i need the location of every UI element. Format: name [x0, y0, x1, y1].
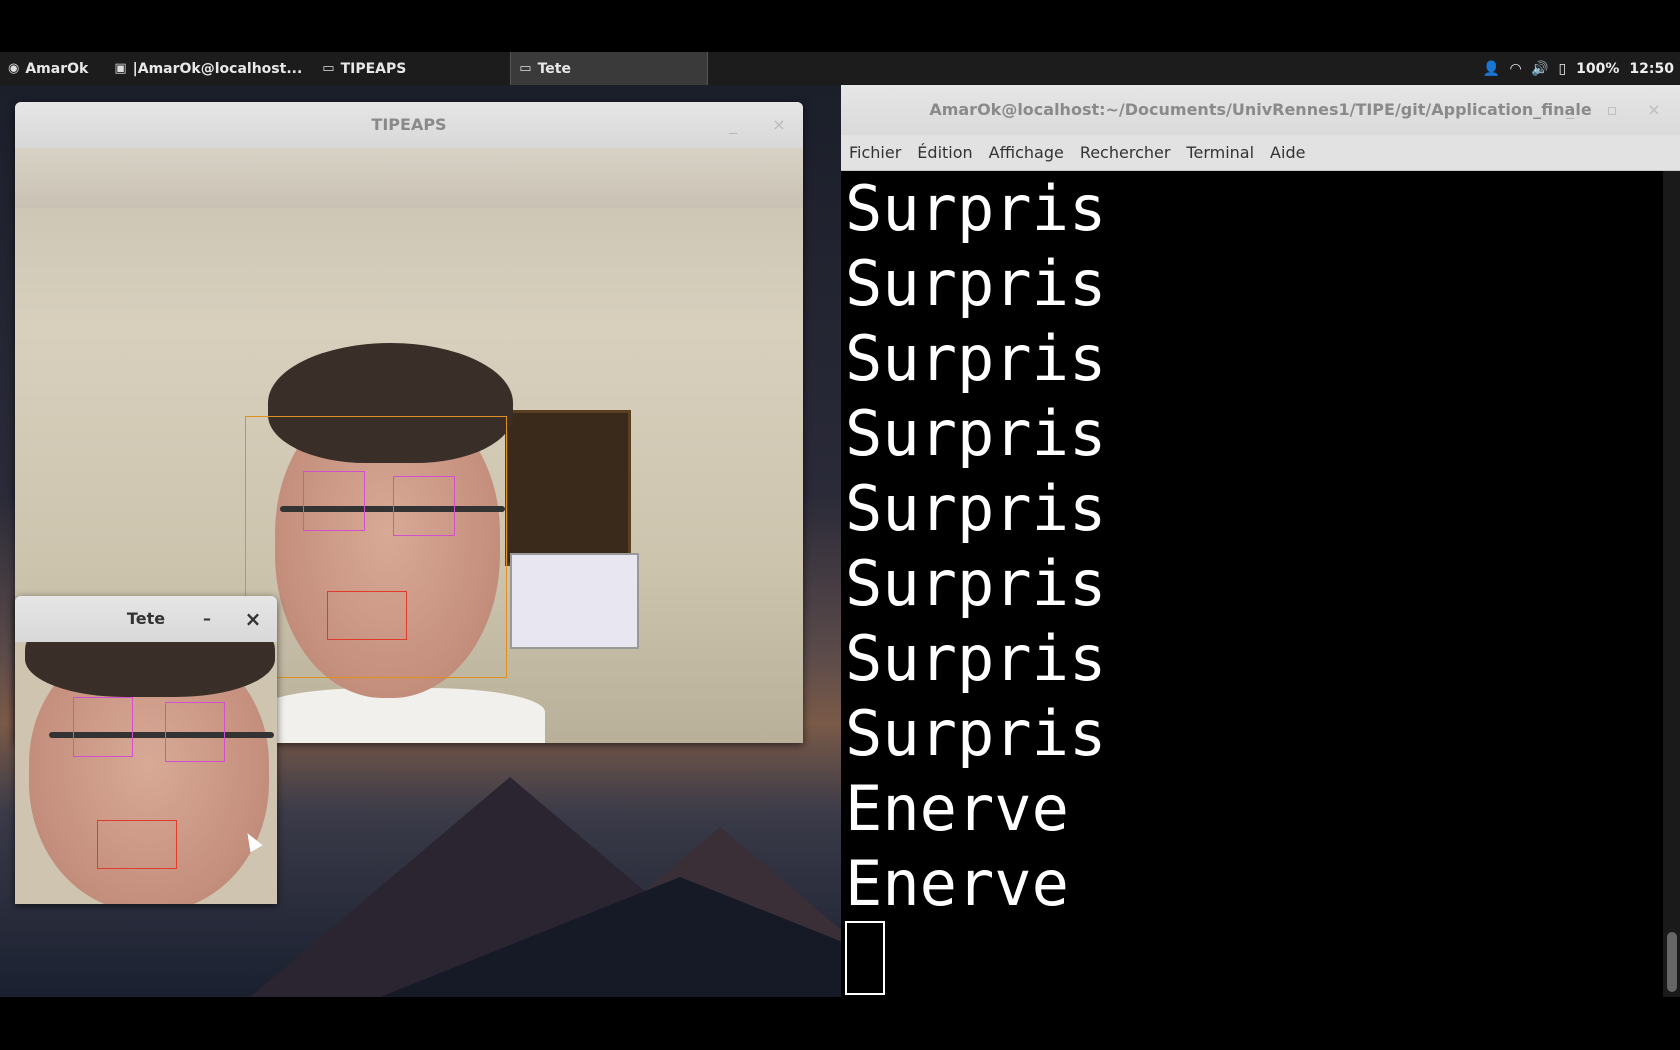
app-menu-button[interactable]: ◉ AmarOk	[0, 52, 96, 85]
task-tipeaps[interactable]: ▭ TIPEAPS	[314, 52, 510, 85]
terminal-window: AmarOk@localhost:~/Documents/UnivRennes1…	[841, 85, 1680, 997]
tete-titlebar[interactable]: Tete – ×	[15, 596, 277, 642]
eye-detection-box	[73, 697, 133, 757]
output-line: Surpris	[845, 697, 1107, 770]
battery-percentage: 100%	[1576, 60, 1620, 77]
output-line: Enerve	[845, 772, 1069, 845]
system-tray: 👤 ◠ 🔊 ▯ 100% 12:50	[1483, 61, 1680, 77]
app-menu-label: AmarOk	[25, 60, 89, 77]
window-icon: ▭	[519, 61, 532, 76]
menu-affichage[interactable]: Affichage	[981, 143, 1072, 162]
tipeaps-titlebar[interactable]: TIPEAPS _ ×	[15, 102, 803, 148]
window-title: AmarOk@localhost:~/Documents/UnivRennes1…	[929, 100, 1592, 119]
minimize-icon[interactable]: _	[1560, 85, 1580, 135]
mouth-detection-box	[327, 591, 407, 640]
top-panel: ◉ AmarOk ▣ |AmarOk@localhost... ▭ TIPEAP…	[0, 52, 1680, 85]
poster	[505, 410, 631, 566]
task-label: Tete	[537, 60, 571, 77]
eye-detection-box	[165, 702, 225, 762]
output-line: Surpris	[845, 322, 1107, 395]
user-icon[interactable]: 👤	[1483, 61, 1500, 77]
maximize-icon[interactable]: ▫	[1602, 85, 1622, 135]
task-terminal[interactable]: ▣ |AmarOk@localhost...	[106, 52, 310, 85]
battery-icon[interactable]: ▯	[1558, 61, 1566, 77]
menu-aide[interactable]: Aide	[1262, 143, 1313, 162]
terminal-output[interactable]: Surpris Surpris Surpris Surpris Surpris …	[841, 171, 1667, 997]
menu-rechercher[interactable]: Rechercher	[1072, 143, 1179, 162]
output-line: Surpris	[845, 547, 1107, 620]
task-tete[interactable]: ▭ Tete	[510, 52, 709, 85]
output-line: Surpris	[845, 397, 1107, 470]
mouth-detection-box	[97, 820, 177, 869]
task-label: TIPEAPS	[340, 60, 407, 77]
close-icon[interactable]: ×	[243, 596, 263, 642]
terminal-scrollbar[interactable]	[1663, 171, 1680, 997]
eye-detection-box	[303, 471, 365, 531]
wifi-icon[interactable]: ◠	[1510, 61, 1521, 77]
output-line: Surpris	[845, 247, 1107, 320]
window-icon: ▭	[322, 61, 335, 76]
output-line: Surpris	[845, 172, 1107, 245]
menu-edition[interactable]: Édition	[909, 143, 980, 162]
window-title: Tete	[126, 609, 166, 628]
minimize-icon[interactable]: –	[197, 596, 217, 642]
terminal-cursor	[845, 921, 885, 995]
window-title: TIPEAPS	[371, 115, 447, 134]
clock[interactable]: 12:50	[1629, 61, 1674, 77]
minimize-icon[interactable]: _	[723, 102, 743, 148]
face-crop-feed	[15, 642, 277, 904]
poster	[510, 553, 639, 649]
task-label: |AmarOk@localhost...	[132, 60, 303, 77]
menu-fichier[interactable]: Fichier	[841, 143, 909, 162]
terminal-icon: ▣	[114, 61, 127, 76]
volume-icon[interactable]: 🔊	[1531, 61, 1548, 77]
close-icon[interactable]: ×	[1644, 85, 1664, 135]
tete-window: Tete – ×	[15, 596, 277, 904]
output-line: Surpris	[845, 472, 1107, 545]
terminal-titlebar[interactable]: AmarOk@localhost:~/Documents/UnivRennes1…	[841, 85, 1680, 135]
terminal-menubar: Fichier Édition Affichage Rechercher Ter…	[841, 135, 1680, 171]
ceiling	[15, 148, 803, 208]
close-icon[interactable]: ×	[769, 102, 789, 148]
output-line: Enerve	[845, 847, 1069, 920]
app-menu-icon: ◉	[8, 61, 20, 76]
eye-detection-box	[393, 476, 455, 536]
menu-terminal[interactable]: Terminal	[1178, 143, 1262, 162]
output-line: Surpris	[845, 622, 1107, 695]
bottom-bar	[0, 997, 1680, 1050]
scrollbar-thumb[interactable]	[1667, 932, 1677, 992]
